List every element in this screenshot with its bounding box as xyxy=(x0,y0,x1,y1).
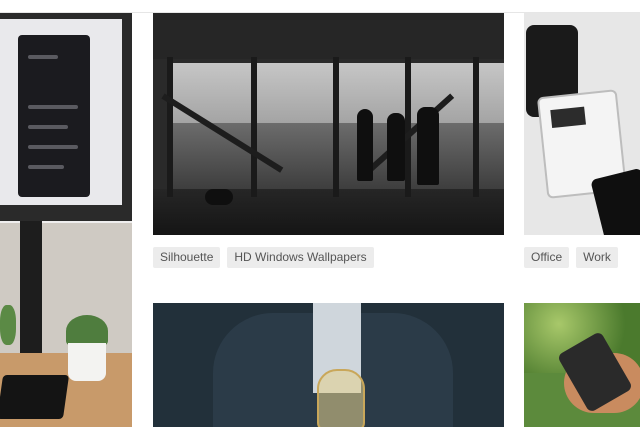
photo-bulb xyxy=(317,369,365,427)
photo-window-frame xyxy=(251,57,257,197)
top-divider xyxy=(0,0,640,13)
tag-list: Office Work xyxy=(524,247,618,268)
photo-plant-left xyxy=(0,305,16,345)
photo-window-frame xyxy=(405,57,411,197)
photo-monitor-screen xyxy=(0,19,122,205)
photo-desk-phone[interactable] xyxy=(524,13,640,235)
photo-monitor-desk[interactable] xyxy=(0,13,132,427)
photo-tablet xyxy=(590,167,640,235)
photo-tablet-outdoors[interactable] xyxy=(524,303,640,427)
tag-hd-windows-wallpapers[interactable]: HD Windows Wallpapers xyxy=(227,247,374,268)
photo-window-frame xyxy=(167,57,173,197)
photo-plant-pot xyxy=(68,343,106,381)
photo-phone-mockup xyxy=(18,35,90,197)
photo-window-frame xyxy=(333,57,339,197)
tag-list: Silhouette HD Windows Wallpapers xyxy=(153,247,374,268)
photo-phone-display xyxy=(550,106,586,129)
photo-window-frame xyxy=(473,57,479,197)
photo-keyboard xyxy=(0,375,70,419)
photo-monitor-stand xyxy=(20,221,42,361)
tag-office[interactable]: Office xyxy=(524,247,570,268)
photo-office-silhouettes[interactable] xyxy=(153,13,504,235)
photo-person-silhouette xyxy=(387,113,405,181)
photo-person-silhouette xyxy=(357,109,373,181)
tag-silhouette[interactable]: Silhouette xyxy=(153,247,221,268)
tag-work[interactable]: Work xyxy=(576,247,618,268)
photo-ceiling xyxy=(153,13,504,59)
photo-light-bulb[interactable] xyxy=(153,303,504,427)
photo-person-silhouette xyxy=(417,107,439,185)
photo-monitor xyxy=(0,13,132,221)
photo-bag-silhouette xyxy=(205,189,233,205)
